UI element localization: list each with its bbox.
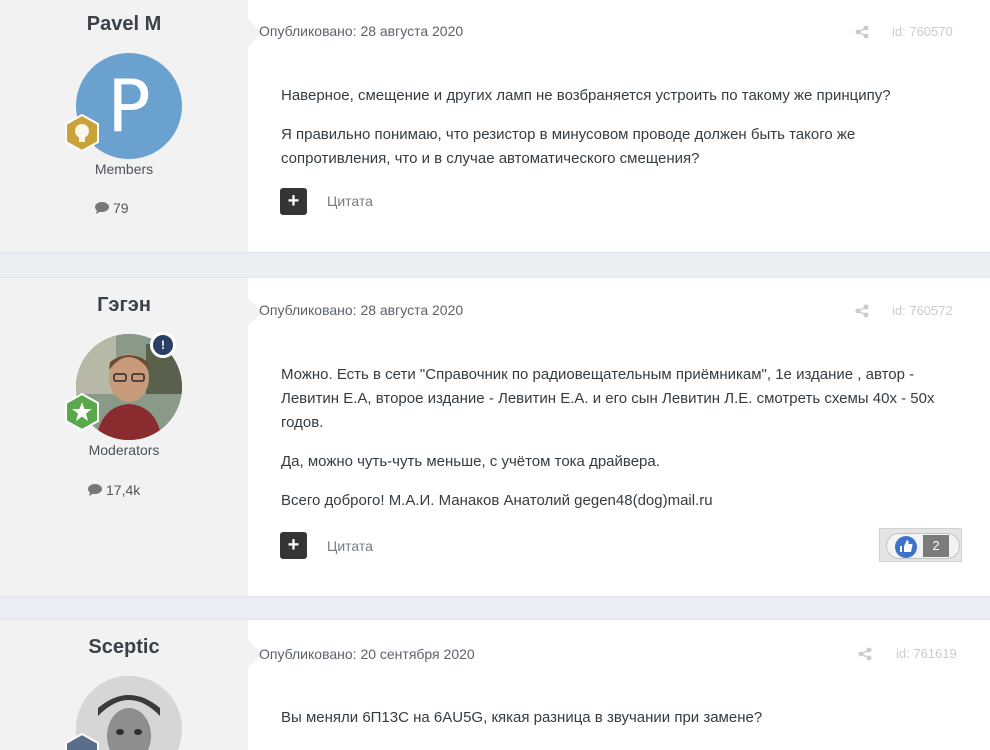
post-paragraph: Вы меняли 6П13С на 6AU5G, кякая разница … [281,709,763,726]
post-body: Вы меняли 6П13С на 6AU5G, кякая разница … [281,706,966,745]
reaction-bar[interactable]: 2 [879,528,962,562]
post-id[interactable]: id: 760572 [892,303,953,318]
post-count: 17,4k [88,482,140,498]
reaction-pill[interactable]: 2 [886,533,960,559]
post-paragraph: Я правильно понимаю, что резистор в мину… [281,126,856,167]
share-icon[interactable] [855,304,869,318]
multiquote-button[interactable]: + [280,188,307,215]
post-count-value: 79 [113,200,129,216]
post-date[interactable]: Опубликовано: 28 августа 2020 [259,23,463,39]
author-panel: Pavel M P Members 79 [0,0,248,252]
quote-button[interactable]: Цитата [327,538,373,554]
post-id[interactable]: id: 760570 [892,24,953,39]
post: Sceptic Опубликовано: 20 сентября 2020 i… [0,619,990,750]
post-body: Наверное, смещение и других ламп не возб… [281,84,966,186]
quote-button[interactable]: Цитата [327,193,373,209]
post-content: Опубликовано: 28 августа 2020 id: 760570… [248,0,990,252]
author-name[interactable]: Гэгэн [0,294,248,317]
post-paragraph: Можно. Есть в сети "Справочник по радиов… [281,366,935,431]
post-paragraph: Да, можно чуть-чуть меньше, с учётом ток… [281,453,660,470]
author-panel: Гэгэн ! Moderators 17,4k [0,278,248,596]
moderator-badge-icon: ! [150,332,176,358]
share-icon[interactable] [858,647,872,661]
author-name[interactable]: Pavel M [0,13,248,36]
post-content: Опубликовано: 20 сентября 2020 id: 76161… [248,620,990,750]
share-icon[interactable] [855,25,869,39]
post-count: 79 [95,200,129,216]
post: Pavel M P Members 79 Опубликовано: 28 ав… [0,0,990,253]
comment-icon [88,484,102,496]
author-panel: Sceptic [0,620,248,750]
post-body: Можно. Есть в сети "Справочник по радиов… [281,363,966,528]
rank-badge-icon [62,732,102,750]
multiquote-button[interactable]: + [280,532,307,559]
post-paragraph: Всего доброго! М.А.И. Манаков Анатолий g… [281,492,713,509]
post-content: Опубликовано: 28 августа 2020 id: 760572… [248,278,990,596]
author-name[interactable]: Sceptic [0,636,248,659]
post-date[interactable]: Опубликовано: 20 сентября 2020 [259,646,475,662]
reaction-count: 2 [923,535,949,557]
member-group: Moderators [88,442,160,458]
post-count-value: 17,4k [106,482,141,498]
member-group: Members [94,161,154,177]
thumbs-up-icon[interactable] [895,536,917,558]
rank-badge-icon [62,113,102,153]
post-id[interactable]: id: 761619 [896,646,957,661]
post: Гэгэн ! Moderators 17,4k Опубликовано: 2… [0,277,990,597]
comment-icon [95,202,109,214]
post-date[interactable]: Опубликовано: 28 августа 2020 [259,302,463,318]
rank-badge-icon [62,392,102,432]
post-paragraph: Наверное, смещение и других ламп не возб… [281,87,891,104]
